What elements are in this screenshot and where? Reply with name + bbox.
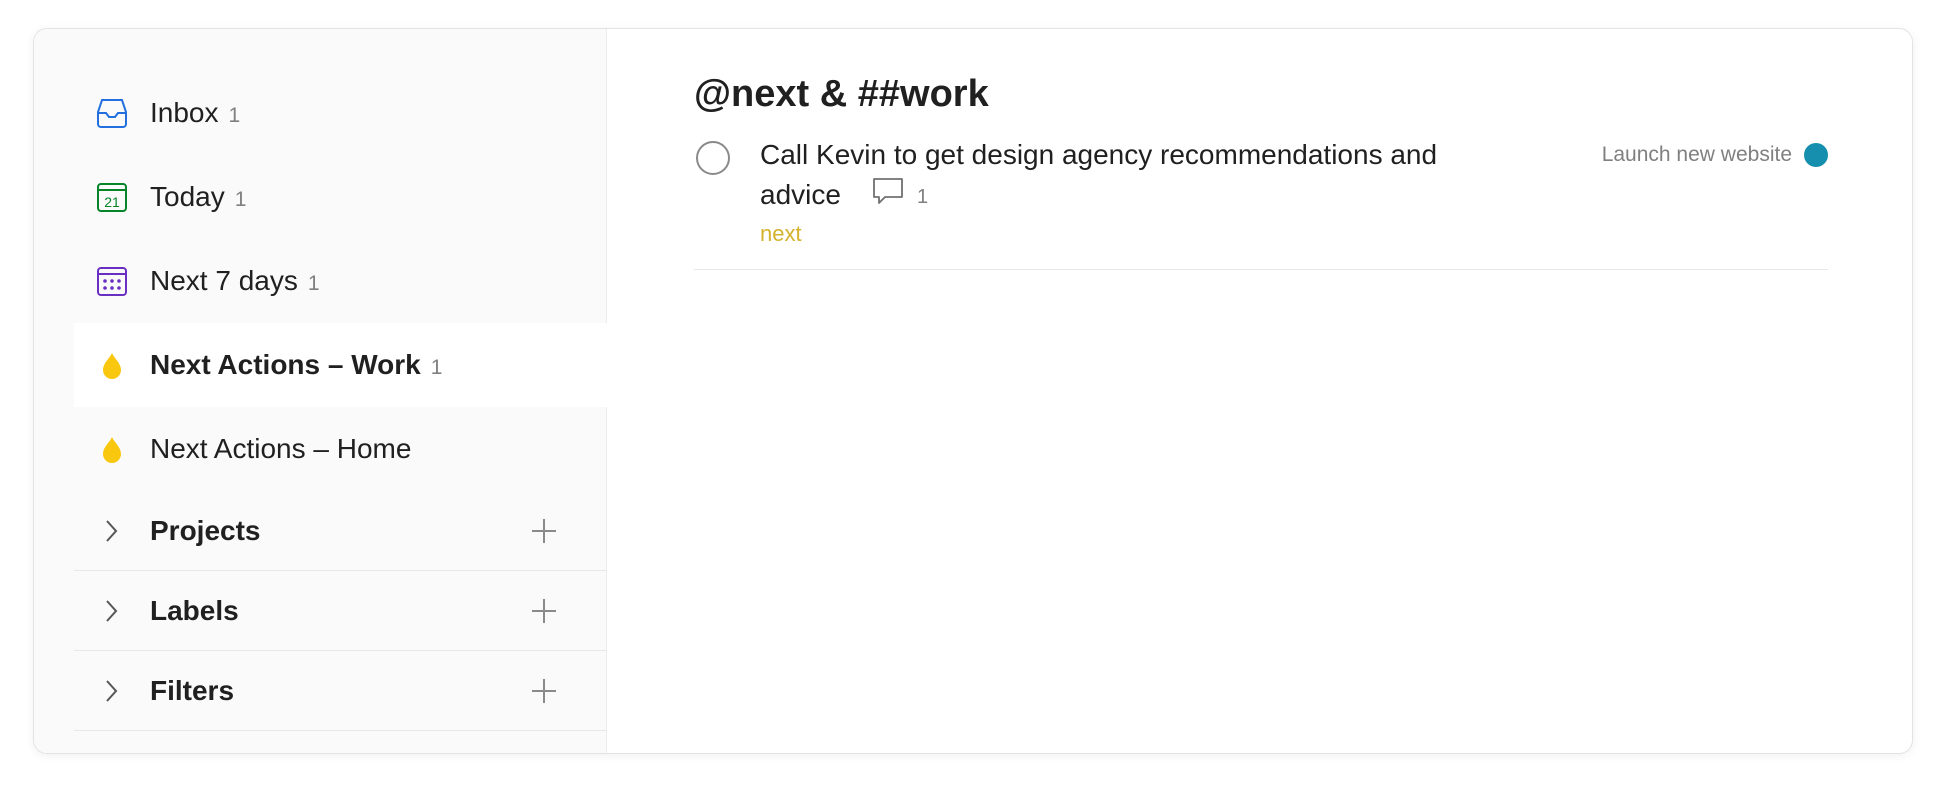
task-item[interactable]: Call Kevin to get design agency recommen…: [694, 135, 1828, 271]
sidebar-section-labels: Labels: [74, 571, 607, 651]
sidebar-item-label: Next Actions – Work: [150, 349, 421, 380]
inbox-icon: [94, 95, 130, 131]
sidebar-item-label: Next Actions – Home: [150, 433, 412, 464]
comment-count: 1: [916, 185, 929, 208]
project-color-dot: [1804, 143, 1828, 167]
sidebar-section-filters: Filters: [74, 651, 607, 731]
drop-icon: [94, 347, 130, 383]
chevron-right-icon[interactable]: [94, 513, 130, 549]
section-label[interactable]: Filters: [150, 675, 527, 707]
sidebar-item-count: 1: [307, 272, 320, 295]
sidebar-item-count: 1: [430, 356, 443, 379]
drop-icon: [94, 431, 130, 467]
sidebar-item-label: Inbox: [150, 97, 219, 128]
calendar-week-icon: [94, 263, 130, 299]
task-label-tag[interactable]: next: [760, 221, 802, 247]
project-name: Launch new website: [1601, 143, 1792, 166]
sidebar-item-next-actions-work[interactable]: Next Actions – Work 1: [74, 323, 607, 407]
sidebar-item-label: Today: [150, 181, 225, 212]
task-content-text: Call Kevin to get design agency recommen…: [760, 139, 1438, 210]
task-body: Call Kevin to get design agency recommen…: [760, 135, 1490, 247]
sidebar-item-next-actions-home[interactable]: Next Actions – Home: [74, 407, 607, 491]
sidebar-section-projects: Projects: [74, 491, 607, 571]
task-comments[interactable]: 1: [871, 176, 928, 217]
sidebar-item-count: 1: [234, 188, 247, 211]
task-content[interactable]: Call Kevin to get design agency recommen…: [760, 135, 1490, 217]
chevron-right-icon[interactable]: [94, 673, 130, 709]
sidebar-item-label: Next 7 days: [150, 265, 298, 296]
sidebar-item-inbox[interactable]: Inbox 1: [74, 71, 607, 155]
sidebar: Inbox 1 21 Today 1 Next 7 days 1 Next Ac…: [34, 29, 607, 753]
app-window: Inbox 1 21 Today 1 Next 7 days 1 Next Ac…: [33, 28, 1913, 754]
comment-icon: [871, 176, 905, 217]
task-project[interactable]: Launch new website: [1602, 143, 1828, 167]
section-label[interactable]: Labels: [150, 595, 527, 627]
plus-icon[interactable]: [527, 674, 561, 708]
page-title: @next & ##work: [694, 73, 989, 115]
task-complete-checkbox[interactable]: [696, 141, 730, 175]
sidebar-item-next-7-days[interactable]: Next 7 days 1: [74, 239, 607, 323]
calendar-day-number: 21: [104, 194, 120, 210]
plus-icon[interactable]: [527, 514, 561, 548]
sidebar-item-count: 1: [228, 104, 241, 127]
main-content: @next & ##work Call Kevin to get design …: [607, 29, 1912, 753]
sidebar-item-today[interactable]: 21 Today 1: [74, 155, 607, 239]
plus-icon[interactable]: [527, 594, 561, 628]
chevron-right-icon[interactable]: [94, 593, 130, 629]
section-label[interactable]: Projects: [150, 515, 527, 547]
calendar-today-icon: 21: [94, 179, 130, 215]
